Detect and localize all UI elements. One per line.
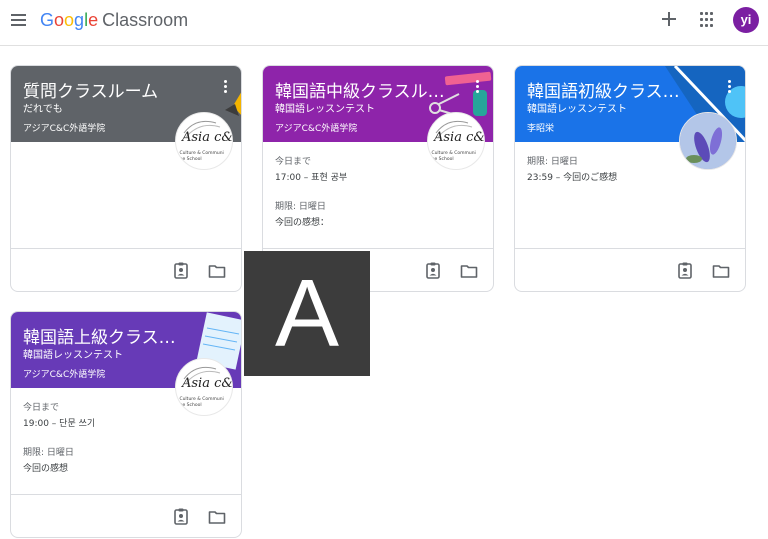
hamburger-menu-icon[interactable] bbox=[10, 12, 28, 28]
due-assignment-link[interactable]: 19:00 – 단문 쓰기 bbox=[23, 416, 173, 429]
class-card[interactable]: 韓国語初級クラスルーム 韓国語レッスンテスト 李昭栄 期限: 日曜日 23:59… bbox=[514, 65, 746, 292]
product-name: Classroom bbox=[102, 10, 189, 30]
assignment-ind-icon[interactable] bbox=[423, 261, 443, 281]
due-label: 期限: 日曜日 bbox=[275, 202, 326, 212]
lavender-photo-icon bbox=[680, 113, 736, 169]
top-app-bar: Google Classroom yi bbox=[0, 0, 768, 46]
annotation-label-a: A bbox=[244, 251, 370, 376]
brand-letter: o bbox=[54, 10, 65, 30]
class-teacher: アジアC&C外語学院 bbox=[275, 124, 358, 134]
due-list: 今日まで 17:00 – 표현 공부 期限: 日曜日 今回の感想： bbox=[275, 154, 425, 228]
class-card[interactable]: 韓国語上級クラスルーム 韓国語レッスンテスト アジアC&C外語学院 Asia c… bbox=[10, 311, 242, 538]
avatar-logo-text: Asia c&c bbox=[182, 130, 233, 145]
assignment-ind-icon[interactable] bbox=[171, 507, 191, 527]
class-teacher: アジアC&C外語学院 bbox=[23, 370, 106, 380]
account-avatar[interactable]: yi bbox=[733, 7, 759, 33]
card-footer bbox=[515, 248, 745, 291]
apps-grid-icon[interactable] bbox=[700, 12, 716, 28]
class-avatar-photo bbox=[679, 112, 737, 170]
due-assignment-link[interactable]: 23:59 – 今回のご感想 bbox=[527, 170, 677, 183]
due-label: 期限: 日曜日 bbox=[23, 448, 74, 458]
due-label: 今日まで bbox=[275, 157, 312, 167]
folder-icon[interactable] bbox=[207, 261, 227, 281]
folder-icon[interactable] bbox=[711, 261, 731, 281]
more-vert-icon[interactable] bbox=[725, 80, 733, 96]
due-list: 今日まで 19:00 – 단문 쓰기 期限: 日曜日 今回の感想 bbox=[23, 400, 173, 474]
more-vert-icon[interactable] bbox=[221, 80, 229, 96]
class-avatar: Asia c&c ia Culture & Communi nage Schoo… bbox=[175, 358, 233, 416]
avatar-logo-sub: ia Culture & Communi nage School bbox=[175, 151, 224, 162]
brand-letter: o bbox=[64, 10, 75, 30]
assignment-ind-icon[interactable] bbox=[171, 261, 191, 281]
class-title-link[interactable]: 質問クラスルーム bbox=[23, 77, 203, 102]
class-avatar: Asia c&c ia Culture & Communi nage Schoo… bbox=[427, 112, 485, 170]
class-section: だれでも bbox=[23, 104, 63, 115]
card-footer bbox=[11, 248, 241, 291]
class-section: 韓国語レッスンテスト bbox=[275, 104, 375, 115]
more-vert-icon[interactable] bbox=[473, 80, 481, 96]
google-classroom-logo[interactable]: Google Classroom bbox=[40, 10, 188, 31]
class-card[interactable]: 質問クラスルーム だれでも アジアC&C外語学院 Asia c&c ia Cul… bbox=[10, 65, 242, 292]
class-teacher: アジアC&C外語学院 bbox=[23, 124, 106, 134]
avatar-logo-sub: ia Culture & Communi nage School bbox=[175, 397, 224, 408]
class-title-link[interactable]: 韓国語上級クラスルーム bbox=[23, 323, 191, 348]
due-assignment-link[interactable]: 今回の感想： bbox=[275, 215, 425, 228]
brand-letter: g bbox=[74, 10, 85, 30]
avatar-logo-sub: ia Culture & Communi nage School bbox=[427, 151, 476, 162]
assignment-ind-icon[interactable] bbox=[675, 261, 695, 281]
brand-letter: e bbox=[88, 10, 99, 30]
avatar-logo-text: Asia c&c bbox=[434, 130, 485, 145]
class-section: 韓国語レッスンテスト bbox=[527, 104, 627, 115]
class-teacher: 李昭栄 bbox=[527, 124, 555, 134]
due-label: 期限: 日曜日 bbox=[527, 157, 578, 167]
brand-letter: G bbox=[40, 10, 55, 30]
class-avatar: Asia c&c ia Culture & Communi nage Schoo… bbox=[175, 112, 233, 170]
folder-icon[interactable] bbox=[207, 507, 227, 527]
class-title-link[interactable]: 韓国語初級クラスルーム bbox=[527, 77, 695, 102]
due-label: 今日まで bbox=[23, 403, 60, 413]
due-assignment-link[interactable]: 17:00 – 표현 공부 bbox=[275, 170, 425, 183]
avatar-logo-text: Asia c&c bbox=[182, 376, 233, 391]
due-assignment-link[interactable]: 今回の感想 bbox=[23, 461, 173, 474]
plus-icon[interactable] bbox=[658, 8, 680, 30]
folder-icon[interactable] bbox=[459, 261, 479, 281]
class-title-link[interactable]: 韓国語中級クラスルーム bbox=[275, 77, 445, 102]
due-list: 期限: 日曜日 23:59 – 今回のご感想 bbox=[527, 154, 677, 183]
class-section: 韓国語レッスンテスト bbox=[23, 350, 123, 361]
card-footer bbox=[11, 494, 241, 537]
